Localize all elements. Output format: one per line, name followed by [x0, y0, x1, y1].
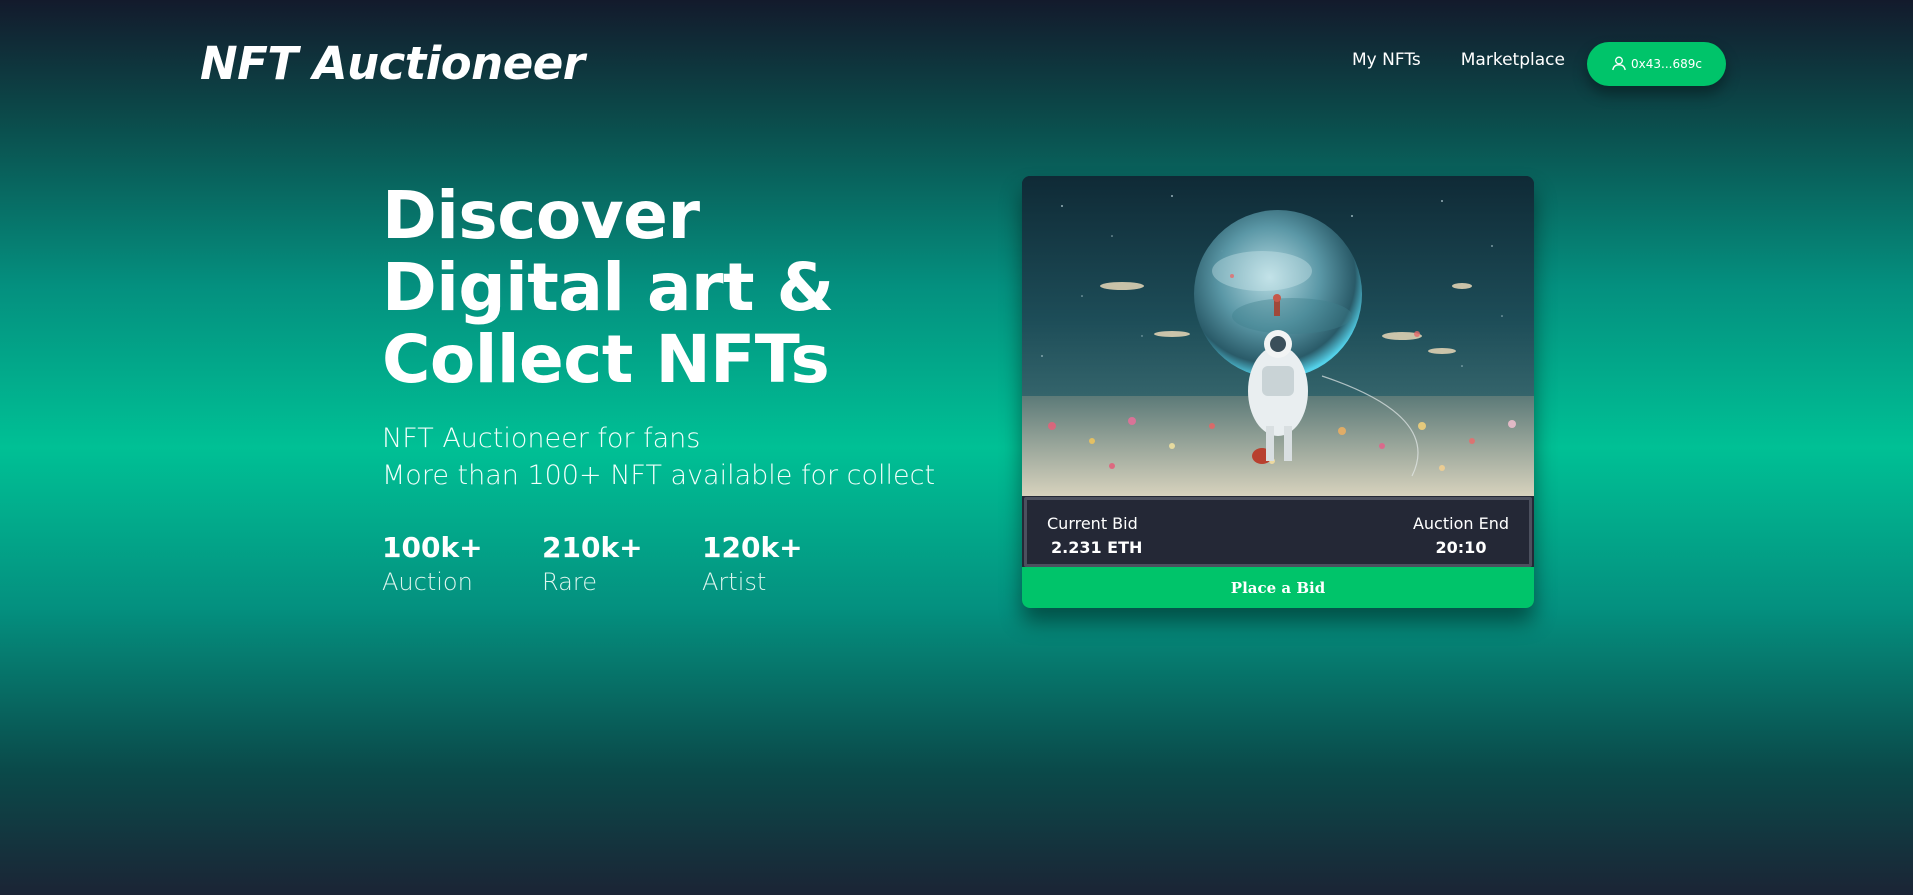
- current-bid: Current Bid 2.231 ETH: [1047, 512, 1142, 560]
- auction-end-value: 20:10: [1435, 538, 1487, 557]
- hero-title-line: Digital art &: [382, 249, 834, 326]
- hero-subtitle-line: More than 100+ NFT available for collect: [382, 460, 936, 491]
- place-bid-button[interactable]: Place a Bid: [1022, 567, 1534, 608]
- main-nav: My NFTs Marketplace: [1352, 50, 1565, 70]
- hero-subtitle-line: NFT Auctioneer for fans: [382, 423, 701, 454]
- logo[interactable]: NFT Auctioneer: [200, 36, 585, 92]
- wallet-button[interactable]: 0x43...689c: [1587, 42, 1726, 86]
- current-bid-label: Current Bid: [1047, 514, 1138, 533]
- hero-title-line: Collect NFTs: [382, 321, 830, 398]
- hero-title-line: Discover: [382, 177, 700, 254]
- hero-subtitle: NFT Auctioneer for fans More than 100+ N…: [382, 420, 935, 494]
- nft-artwork-image[interactable]: [1022, 176, 1534, 496]
- user-icon: [1611, 55, 1627, 74]
- current-bid-value: 2.231 ETH: [1051, 538, 1143, 557]
- stat-rare: 210k+ Rare: [542, 530, 702, 598]
- nav-marketplace[interactable]: Marketplace: [1461, 50, 1565, 70]
- auction-end: Auction End 20:10: [1413, 512, 1509, 560]
- auction-end-label: Auction End: [1412, 514, 1509, 533]
- nft-card: Current Bid 2.231 ETH Auction End 20:10 …: [1022, 176, 1534, 608]
- stat-value: 100k+: [382, 531, 483, 564]
- stats: 100k+ Auction 210k+ Rare 120k+ Artist: [382, 530, 862, 598]
- stat-value: 210k+: [542, 531, 643, 564]
- hero-title: Discover Digital art & Collect NFTs: [382, 180, 834, 396]
- bid-info-panel: Current Bid 2.231 ETH Auction End 20:10: [1024, 497, 1532, 567]
- stat-value: 120k+: [702, 531, 803, 564]
- stat-auction: 100k+ Auction: [382, 530, 542, 598]
- wallet-address: 0x43...689c: [1631, 57, 1702, 71]
- stat-label: Auction: [382, 568, 473, 596]
- stat-label: Artist: [702, 568, 767, 596]
- nav-my-nfts[interactable]: My NFTs: [1352, 50, 1421, 70]
- stat-label: Rare: [542, 568, 597, 596]
- stat-artist: 120k+ Artist: [702, 530, 862, 598]
